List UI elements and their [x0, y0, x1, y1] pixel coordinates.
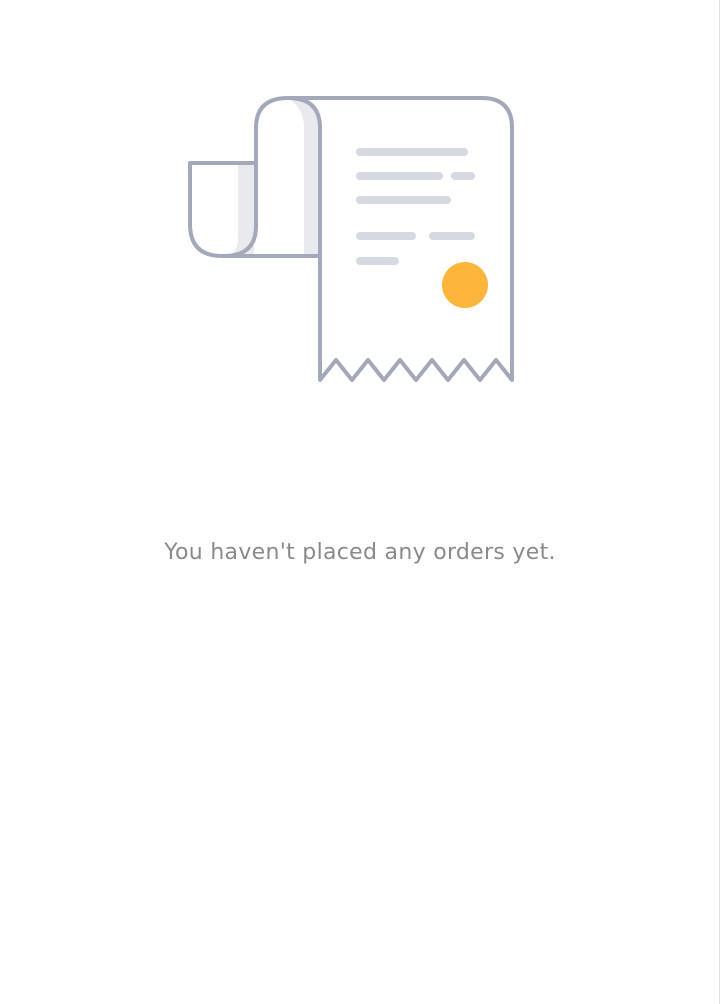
receipt-icon: [188, 96, 514, 382]
orders-empty-state: You haven't placed any orders yet.: [0, 0, 720, 1004]
empty-orders-message: You haven't placed any orders yet.: [164, 540, 556, 565]
